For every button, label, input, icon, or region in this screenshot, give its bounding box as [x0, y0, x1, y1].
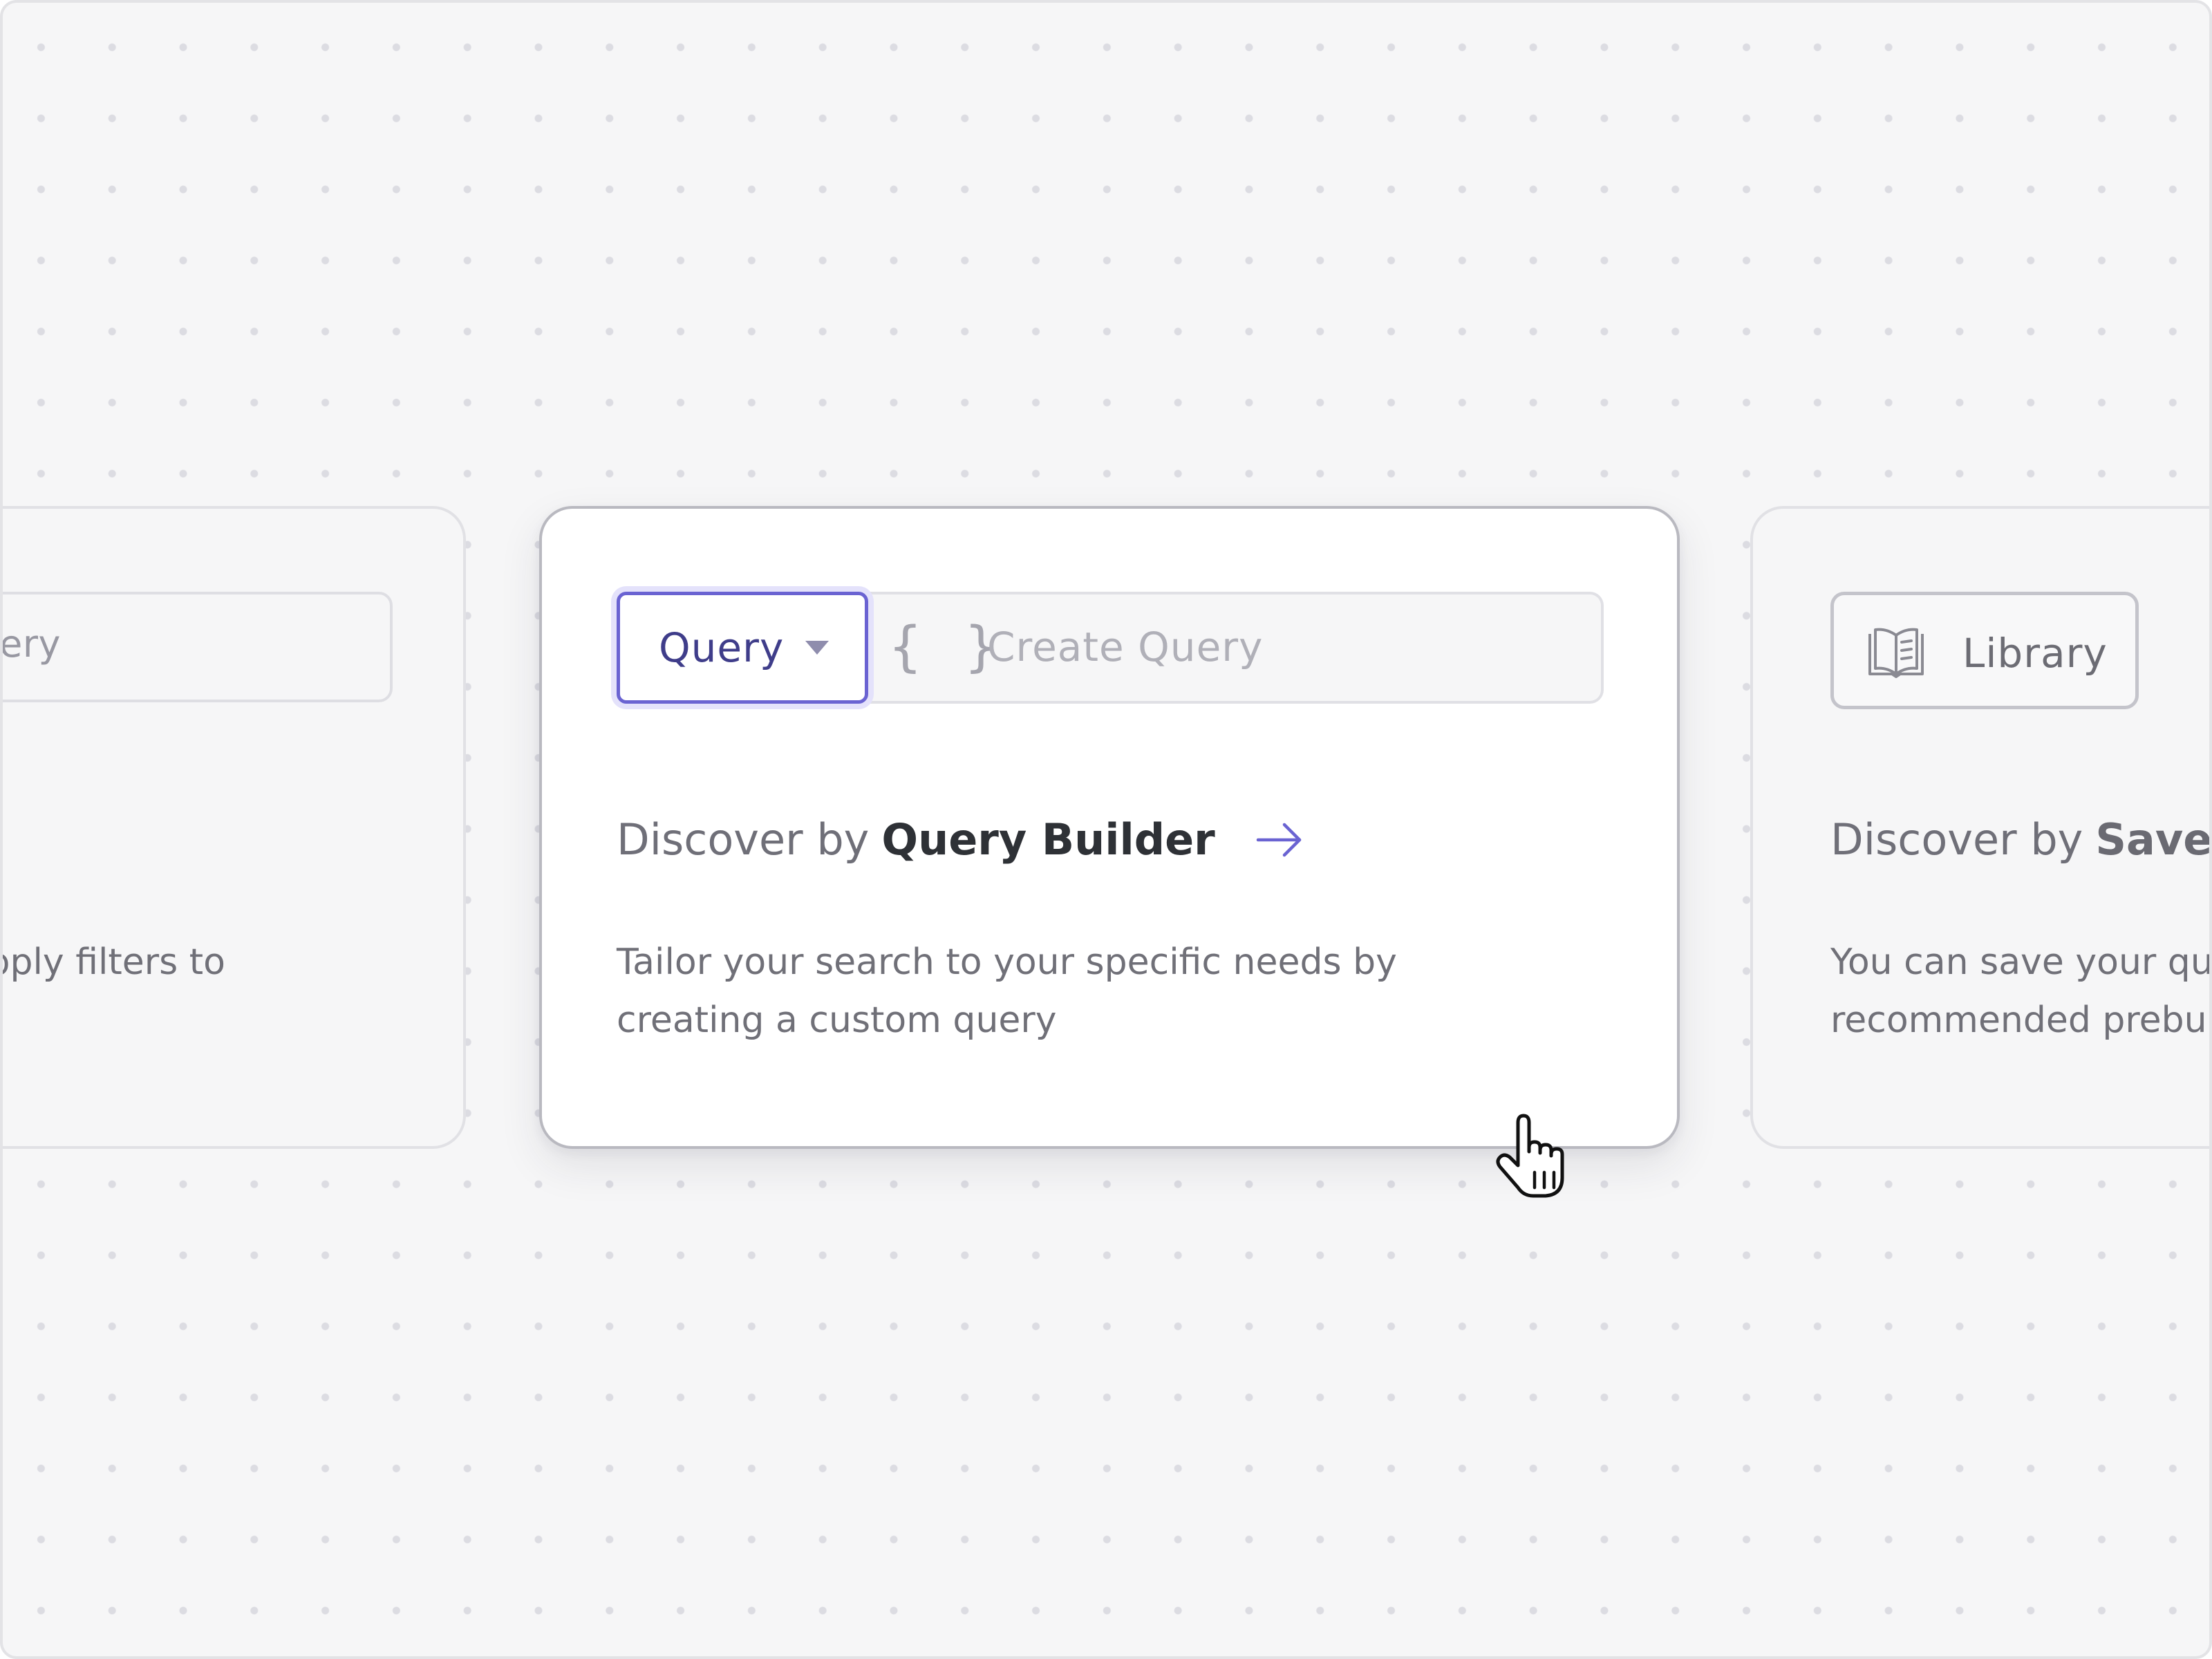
library-button[interactable]: Library: [1830, 592, 2139, 709]
filter-input-text: ery: [0, 622, 61, 666]
description-line: You can save your qu: [1830, 941, 2212, 983]
filter-search-input[interactable]: ery: [0, 592, 393, 702]
arrow-right-icon[interactable]: [1255, 821, 1304, 859]
saved-card-description: You can save your qu recommended prebu: [1830, 933, 2212, 1049]
saved-queries-link[interactable]: Discover by Saved: [1830, 814, 2212, 865]
hand-pointer-icon: [1496, 1114, 1564, 1198]
discover-prefix: Discover by: [617, 814, 870, 865]
filters-card-description: pply filters to: [0, 941, 225, 983]
create-query-placeholder: Create Query: [987, 624, 1264, 671]
query-type-label: Query: [659, 624, 785, 671]
braces-icon: { }: [889, 616, 1003, 678]
query-builder-description: Tailor your search to your specific need…: [617, 933, 1397, 1049]
create-query-input[interactable]: { } Create Query: [859, 592, 1604, 704]
caret-down-icon: [805, 641, 829, 655]
discover-card-query-builder[interactable]: Query { } Create Query Discover by Query…: [539, 506, 1680, 1149]
discover-prefix: Discover by: [1830, 814, 2083, 865]
canvas-background: ery pply filters to Query { } Create Que…: [0, 0, 2212, 1659]
library-label: Library: [1962, 630, 2108, 677]
discover-title: Query Builder: [881, 814, 1215, 865]
query-builder-link[interactable]: Discover by Query Builder: [617, 814, 1304, 865]
discover-title: Saved: [2095, 814, 2212, 865]
description-line: creating a custom query: [617, 1000, 1057, 1041]
discover-card-filters[interactable]: ery pply filters to: [0, 506, 466, 1149]
discover-card-saved[interactable]: Library Discover by Saved You can save y…: [1750, 506, 2212, 1149]
description-line: Tailor your search to your specific need…: [617, 941, 1397, 983]
query-input-group: Query { } Create Query: [617, 592, 1604, 704]
book-icon: [1868, 628, 1924, 678]
query-type-dropdown[interactable]: Query: [617, 592, 868, 704]
description-line: recommended prebu: [1830, 1000, 2207, 1041]
